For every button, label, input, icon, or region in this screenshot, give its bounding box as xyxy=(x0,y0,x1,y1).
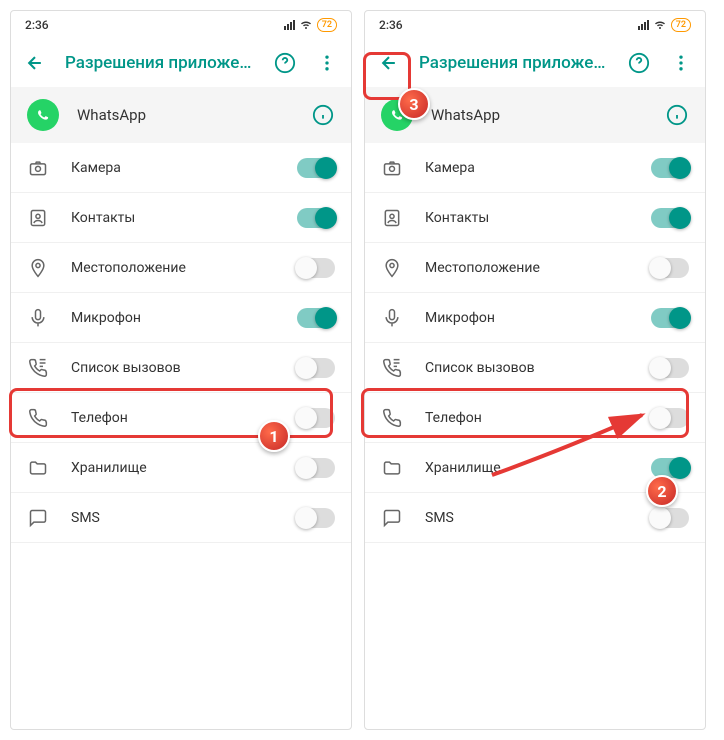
permission-toggle-storage[interactable] xyxy=(297,458,335,478)
permission-row-mic[interactable]: Микрофон xyxy=(11,293,351,343)
permission-toggle-phone[interactable] xyxy=(651,408,689,428)
location-icon xyxy=(27,257,49,279)
permission-label: Местоположение xyxy=(71,260,275,276)
location-icon xyxy=(381,257,403,279)
status-time: 2:36 xyxy=(379,18,403,32)
signal-icon xyxy=(284,20,295,30)
permission-toggle-location[interactable] xyxy=(297,258,335,278)
permission-toggle-sms[interactable] xyxy=(297,508,335,528)
camera-icon xyxy=(27,157,49,179)
permission-toggle-calllog[interactable] xyxy=(297,358,335,378)
permission-label: Микрофон xyxy=(425,310,629,326)
permission-label: SMS xyxy=(425,510,629,526)
help-icon[interactable] xyxy=(627,51,651,75)
app-bar: Разрешения приложе… xyxy=(11,39,351,87)
permission-row-storage[interactable]: Хранилище xyxy=(11,443,351,493)
permission-toggle-camera[interactable] xyxy=(651,158,689,178)
permission-toggle-sms[interactable] xyxy=(651,508,689,528)
battery-indicator: 72 xyxy=(671,18,691,32)
permission-toggle-location[interactable] xyxy=(651,258,689,278)
permission-label: SMS xyxy=(71,510,275,526)
permission-toggle-calllog[interactable] xyxy=(651,358,689,378)
permission-toggle-phone[interactable] xyxy=(297,408,335,428)
signal-icon xyxy=(638,20,649,30)
permission-label: Камера xyxy=(71,160,275,176)
permission-row-contacts[interactable]: Контакты xyxy=(11,193,351,243)
back-button[interactable] xyxy=(377,51,401,75)
permission-row-calllog[interactable]: Список вызовов xyxy=(365,343,705,393)
permission-toggle-camera[interactable] xyxy=(297,158,335,178)
back-button[interactable] xyxy=(23,51,47,75)
permission-row-camera[interactable]: Камера xyxy=(365,143,705,193)
step-badge-1: 1 xyxy=(258,420,290,452)
status-bar: 2:36 72 xyxy=(11,11,351,39)
info-icon[interactable] xyxy=(311,103,335,127)
permission-label: Контакты xyxy=(71,210,275,226)
permission-row-camera[interactable]: Камера xyxy=(11,143,351,193)
permission-toggle-contacts[interactable] xyxy=(297,208,335,228)
info-icon[interactable] xyxy=(665,103,689,127)
page-title: Разрешения приложе… xyxy=(419,53,609,73)
page-title: Разрешения приложе… xyxy=(65,53,255,73)
permission-label: Список вызовов xyxy=(71,360,275,376)
step-badge-3: 3 xyxy=(398,88,430,120)
wifi-icon xyxy=(653,19,667,31)
battery-indicator: 72 xyxy=(317,18,337,32)
mic-icon xyxy=(27,307,49,329)
permission-label: Камера xyxy=(425,160,629,176)
permission-label: Контакты xyxy=(425,210,629,226)
permission-row-contacts[interactable]: Контакты xyxy=(365,193,705,243)
permission-label: Микрофон xyxy=(71,310,275,326)
sms-icon xyxy=(381,507,403,529)
permission-label: Список вызовов xyxy=(425,360,629,376)
status-bar: 2:36 72 xyxy=(365,11,705,39)
app-bar: Разрешения приложе… xyxy=(365,39,705,87)
permission-toggle-mic[interactable] xyxy=(297,308,335,328)
phone-icon xyxy=(381,407,403,429)
permission-label: Хранилище xyxy=(425,460,629,476)
overflow-menu-icon[interactable] xyxy=(315,51,339,75)
whatsapp-icon xyxy=(27,99,59,131)
permission-row-location[interactable]: Местоположение xyxy=(365,243,705,293)
permission-toggle-mic[interactable] xyxy=(651,308,689,328)
permission-toggle-storage[interactable] xyxy=(651,458,689,478)
contacts-icon xyxy=(27,207,49,229)
status-time: 2:36 xyxy=(25,18,49,32)
app-header: WhatsApp xyxy=(11,87,351,143)
permission-row-phone[interactable]: Телефон xyxy=(365,393,705,443)
contacts-icon xyxy=(381,207,403,229)
permission-label: Местоположение xyxy=(425,260,629,276)
camera-icon xyxy=(381,157,403,179)
permission-toggle-contacts[interactable] xyxy=(651,208,689,228)
permission-label: Телефон xyxy=(71,410,275,426)
phone-icon xyxy=(27,407,49,429)
step-badge-2: 2 xyxy=(646,475,678,507)
app-name: WhatsApp xyxy=(77,106,293,124)
overflow-menu-icon[interactable] xyxy=(669,51,693,75)
permission-row-mic[interactable]: Микрофон xyxy=(365,293,705,343)
permission-row-phone[interactable]: Телефон xyxy=(11,393,351,443)
wifi-icon xyxy=(299,19,313,31)
calllog-icon xyxy=(381,357,403,379)
permission-label: Телефон xyxy=(425,410,629,426)
app-name: WhatsApp xyxy=(431,106,647,124)
sms-icon xyxy=(27,507,49,529)
mic-icon xyxy=(381,307,403,329)
calllog-icon xyxy=(27,357,49,379)
phone-left: 2:36 72 Разрешения приложе… WhatsApp Кам… xyxy=(10,10,352,730)
storage-icon xyxy=(27,457,49,479)
permission-label: Хранилище xyxy=(71,460,275,476)
permission-row-calllog[interactable]: Список вызовов xyxy=(11,343,351,393)
permission-row-location[interactable]: Местоположение xyxy=(11,243,351,293)
permission-row-sms[interactable]: SMS xyxy=(11,493,351,543)
storage-icon xyxy=(381,457,403,479)
help-icon[interactable] xyxy=(273,51,297,75)
